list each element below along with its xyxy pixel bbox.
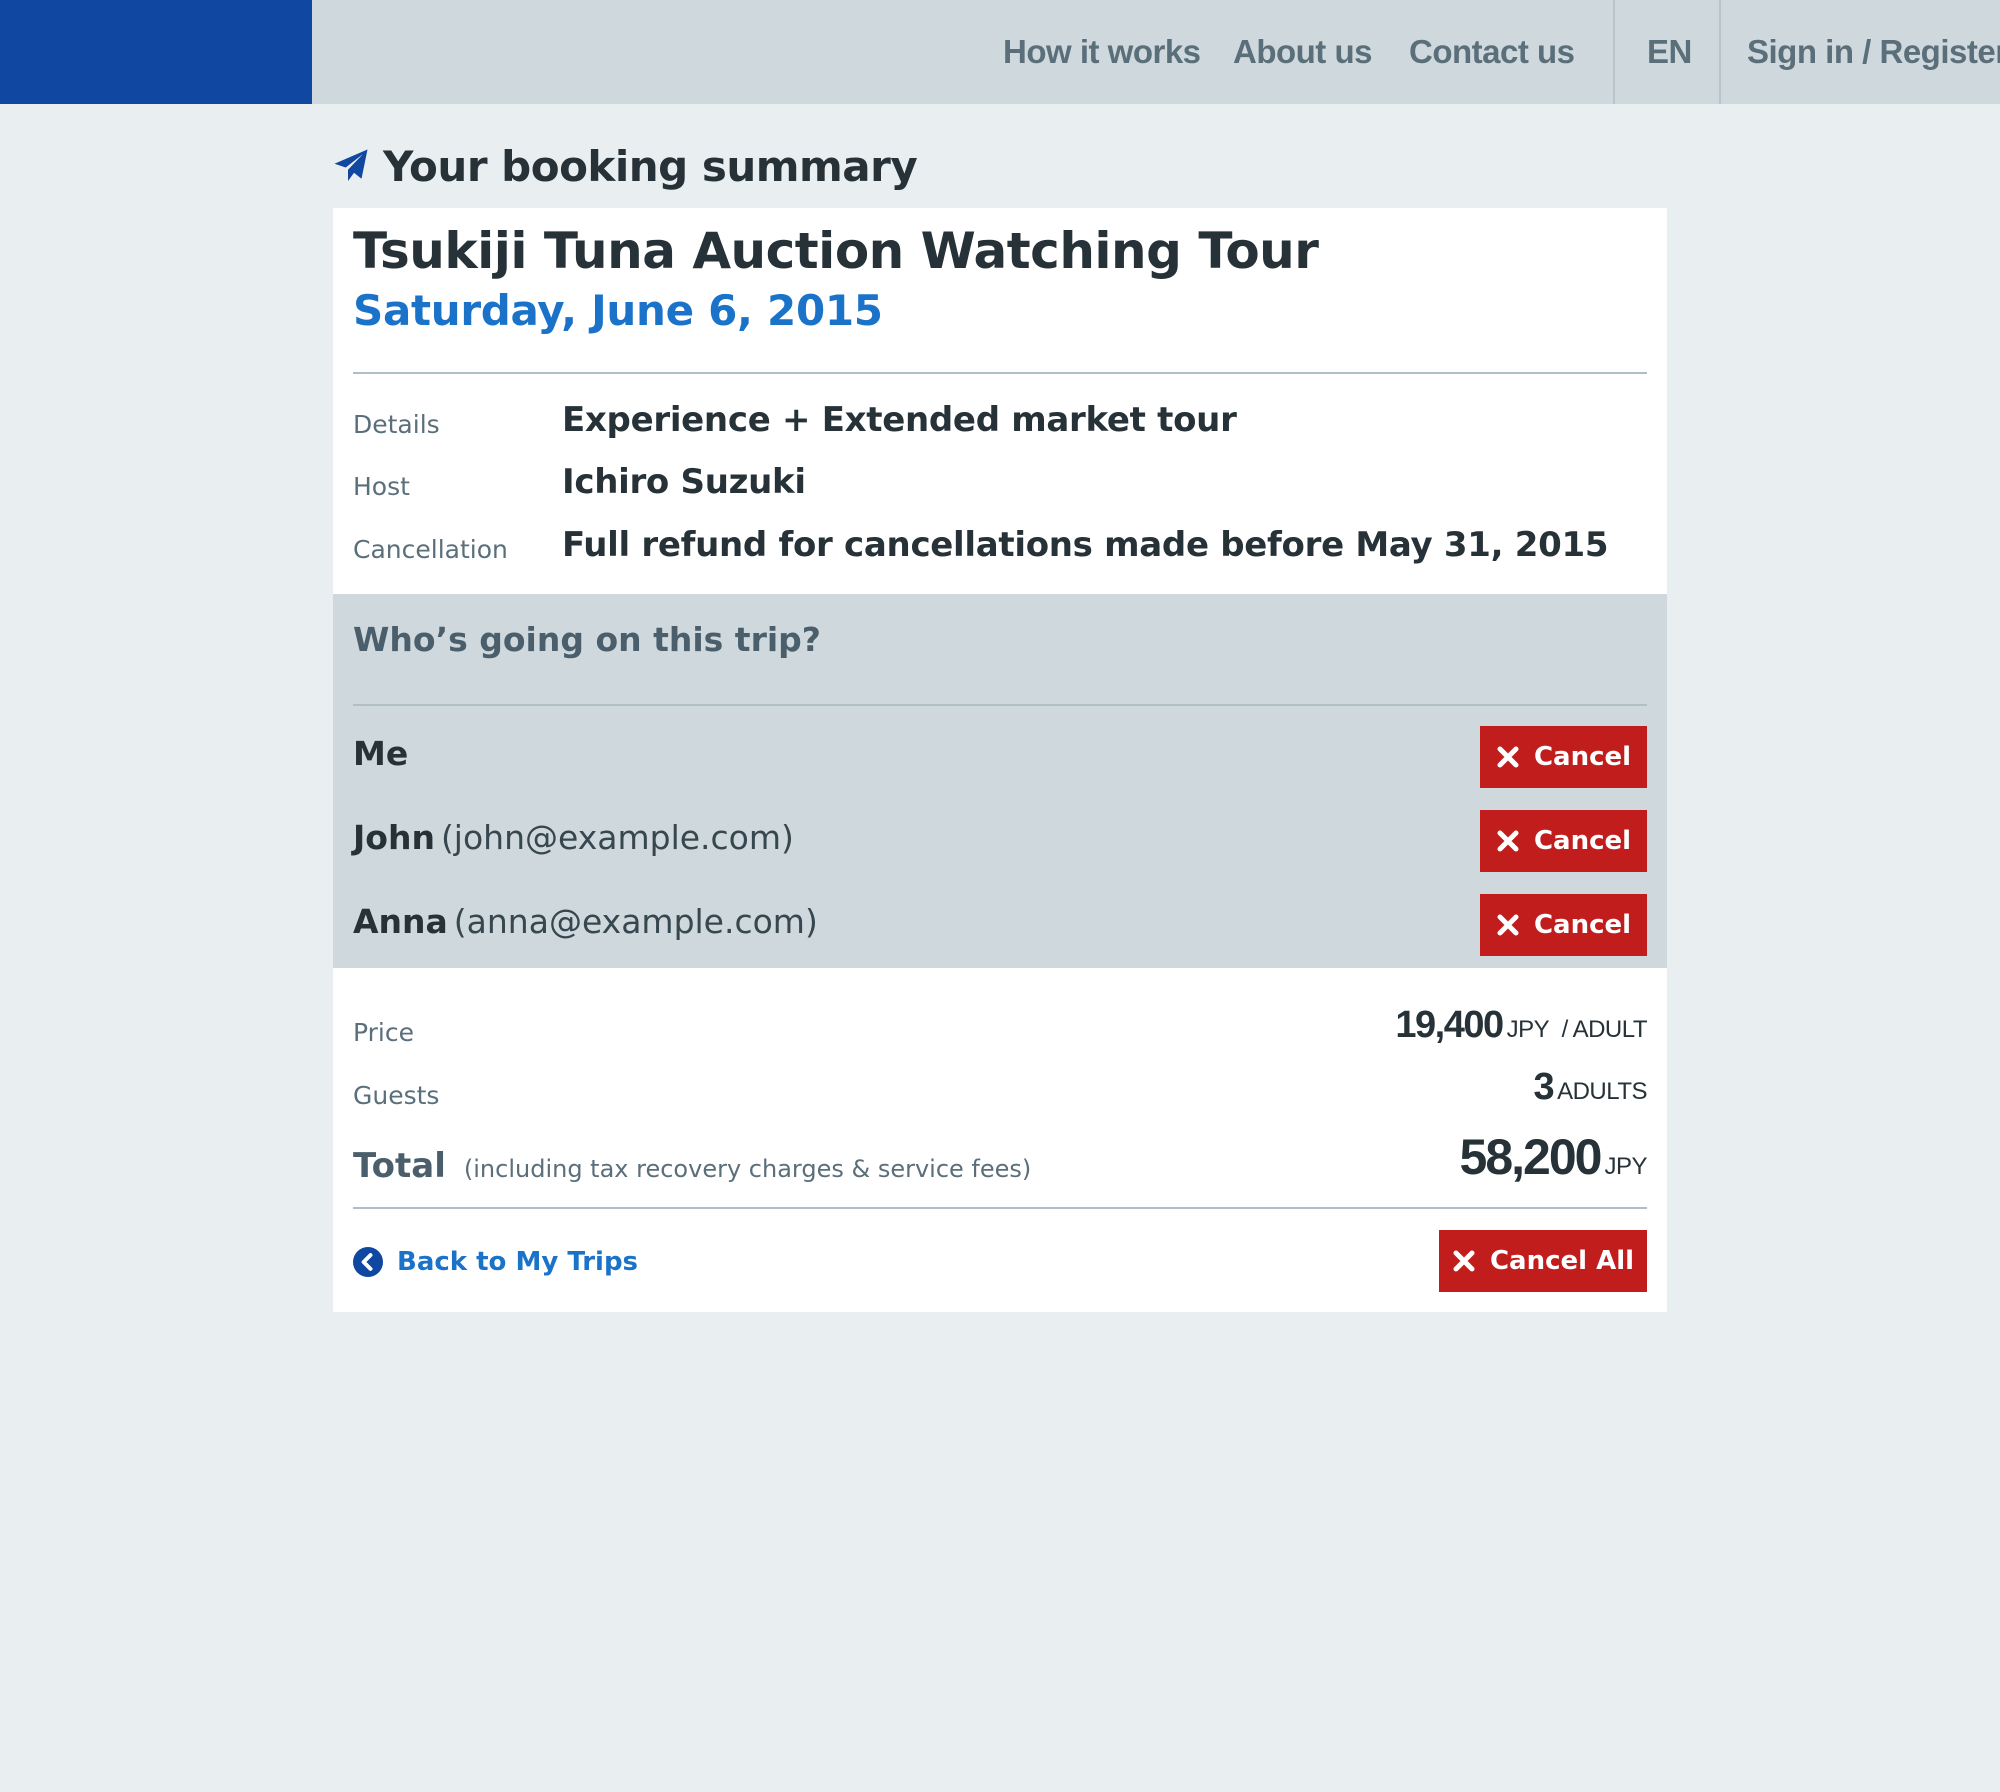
brand-logo[interactable] [0, 0, 312, 104]
price-label: Price [353, 1018, 414, 1047]
cancel-button-label: Cancel [1533, 742, 1632, 772]
guests-unit: ADULTS [1557, 1078, 1647, 1105]
traveller-info: Me [353, 734, 414, 773]
traveller-row: Anna (anna@example.com) Cancel [353, 894, 1647, 956]
host-label: Host [353, 472, 410, 501]
price-per: / ADULT [1561, 1016, 1648, 1043]
paper-plane-icon [334, 149, 368, 181]
traveller-name: John [353, 818, 435, 857]
chevron-left-circle-icon [353, 1247, 383, 1277]
divider [353, 1207, 1647, 1209]
cancel-traveller-button[interactable]: Cancel [1480, 810, 1647, 872]
travellers-section: Who’s going on this trip? Me Cancel John… [333, 594, 1667, 968]
nav-link-contact-us[interactable]: Contact us [1409, 0, 1575, 104]
divider [353, 372, 1647, 374]
details-label: Details [353, 410, 440, 439]
price-amount: 19,400 [1395, 1004, 1504, 1046]
close-icon [1453, 1250, 1475, 1272]
cancel-all-button[interactable]: Cancel All [1439, 1230, 1647, 1292]
back-link-label: Back to My Trips [397, 1247, 639, 1277]
price-currency: JPY [1506, 1016, 1550, 1043]
travellers-heading: Who’s going on this trip? [353, 620, 821, 659]
tour-title: Tsukiji Tuna Auction Watching Tour [353, 222, 1319, 280]
total-amount: 58,200 [1459, 1129, 1603, 1185]
cancel-button-label: Cancel [1533, 826, 1632, 856]
total-label: Total [353, 1146, 446, 1186]
booking-summary-header: Your booking summary [333, 138, 918, 194]
total-currency: JPY [1604, 1153, 1647, 1180]
cancel-traveller-button[interactable]: Cancel [1480, 894, 1647, 956]
traveller-info: Anna (anna@example.com) [353, 902, 818, 941]
traveller-row: Me Cancel [353, 726, 1647, 788]
traveller-email: (anna@example.com) [453, 902, 818, 941]
close-icon [1497, 914, 1519, 936]
divider [353, 704, 1647, 706]
nav-link-how-it-works[interactable]: How it works [1003, 0, 1201, 104]
traveller-email: (john@example.com) [440, 818, 794, 857]
cancel-button-label: Cancel [1533, 910, 1632, 940]
total-value: 58,200 JPY [1459, 1128, 1648, 1186]
booking-summary-card: Tsukiji Tuna Auction Watching Tour Satur… [333, 208, 1667, 1312]
cancellation-label: Cancellation [353, 535, 508, 564]
traveller-row: John (john@example.com) Cancel [353, 810, 1647, 872]
cancellation-policy-value: Full refund for cancellations made befor… [562, 525, 1609, 565]
traveller-info: John (john@example.com) [353, 818, 794, 857]
page-title: Your booking summary [383, 141, 918, 191]
details-value: Experience + Extended market tour [562, 400, 1237, 440]
top-navigation-bar: How it works About us Contact us EN Sign… [0, 0, 2000, 104]
price-value: 19,400 JPY / ADULT [1395, 1004, 1647, 1047]
close-icon [1497, 746, 1519, 768]
total-note: (including tax recovery charges & servic… [463, 1155, 1032, 1183]
cancel-traveller-button[interactable]: Cancel [1480, 726, 1647, 788]
language-selector[interactable]: EN [1647, 0, 1692, 104]
total-label-group: Total (including tax recovery charges & s… [353, 1146, 1031, 1186]
nav-divider [1719, 0, 1721, 104]
traveller-name: Anna [353, 902, 448, 941]
host-value: Ichiro Suzuki [562, 462, 806, 502]
close-icon [1497, 830, 1519, 852]
guests-value: 3 ADULTS [1533, 1066, 1647, 1109]
cancel-all-label: Cancel All [1489, 1246, 1635, 1276]
guests-count: 3 [1533, 1066, 1554, 1108]
nav-link-about-us[interactable]: About us [1233, 0, 1372, 104]
guests-label: Guests [353, 1081, 440, 1110]
tour-date: Saturday, June 6, 2015 [353, 286, 883, 335]
traveller-name: Me [353, 734, 409, 773]
back-to-my-trips-link[interactable]: Back to My Trips [353, 1244, 638, 1280]
sign-in-register-link[interactable]: Sign in / Register [1747, 0, 2000, 104]
nav-divider [1613, 0, 1615, 104]
